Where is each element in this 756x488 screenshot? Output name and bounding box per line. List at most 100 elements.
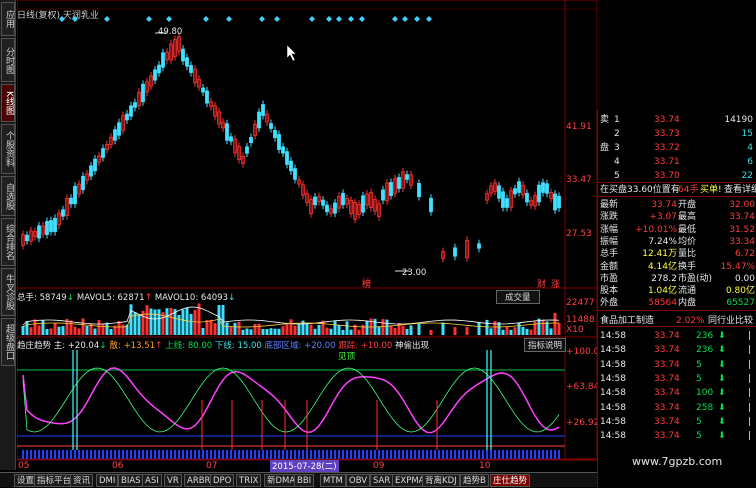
indicator-base-bar (526, 450, 528, 459)
sidebar-item-4[interactable]: 自选股 (1, 176, 15, 216)
queue-buy-link[interactable]: 买单! (700, 184, 722, 196)
tab-8[interactable]: DPO (210, 474, 235, 487)
volume-bar (49, 328, 53, 335)
tick-row: 14:58 33.74 5 ⬇ | (598, 430, 756, 442)
tab-9[interactable]: TRIX (236, 474, 262, 487)
volume-bar (249, 329, 253, 335)
volume-bar (105, 322, 109, 335)
volume-bar (405, 328, 409, 335)
indicator-base-bar (478, 450, 480, 459)
tick-time: 14:58 (600, 402, 626, 413)
indicator-base-bar (82, 450, 84, 459)
date-label-06: 06 (112, 461, 124, 471)
sidebar-item-3[interactable]: 个股资料 (1, 124, 15, 174)
annotation-bang[interactable]: 榜 (362, 277, 372, 290)
quote-label: 量比 (678, 249, 697, 260)
quote-value: 58564 (648, 298, 677, 309)
sidebar-item-0[interactable]: 应用 (1, 2, 15, 36)
tick-price: 33.74 (654, 331, 680, 341)
date-label-10: 10 (479, 461, 491, 471)
sidebar-item-7[interactable]: 超级盘口 (1, 318, 15, 366)
candle-body (341, 192, 345, 206)
tab-5[interactable]: ASI (142, 474, 162, 487)
tab-4[interactable]: BIAS (118, 474, 144, 487)
tab-3[interactable]: DMI (96, 474, 119, 487)
indicator-base-bar (34, 450, 36, 459)
tick-price: 33.74 (654, 345, 680, 356)
volume-bar (37, 325, 41, 335)
volume-bar (201, 327, 205, 335)
volume-bar (165, 308, 169, 335)
quote-label: 涨幅 (600, 224, 619, 235)
candle-body (113, 129, 117, 141)
indicator-base-bar (130, 450, 132, 459)
tab-12[interactable]: MTM (320, 474, 346, 487)
volume-bar (541, 319, 545, 335)
signal-diamond-icon (146, 16, 152, 22)
candle-body (261, 104, 265, 116)
indicator-base-bar (522, 450, 524, 459)
tick-row: 14:58 33.74 236 ⬇ | (598, 330, 756, 342)
queue-detail-link[interactable]: 查看详细 (724, 184, 756, 196)
indicator-base-bar (254, 450, 256, 459)
volume-bar (277, 328, 281, 335)
candle-body (517, 181, 521, 193)
sidebar-item-5[interactable]: 综合排名 (1, 218, 15, 266)
indicator-base-bar (378, 450, 380, 459)
down-arrow-icon: ⬇ (718, 416, 726, 427)
tab-2[interactable]: 资讯 (70, 474, 94, 487)
sidebar-item-1[interactable]: 分时图 (1, 38, 15, 82)
signal-diamond-icon (259, 16, 265, 22)
kline-chart-area[interactable] (17, 0, 597, 472)
volume-bar (109, 328, 113, 335)
quote-label: 内盘 (678, 298, 697, 309)
annotation-cai[interactable]: 财 (537, 277, 546, 290)
sidebar-item-6[interactable]: 牛叉诊股 (1, 268, 15, 316)
volume-bar (213, 323, 217, 335)
indicator-base-bar (290, 450, 292, 459)
indicator-base-bar (410, 450, 412, 459)
indicator-base-bar (346, 450, 348, 459)
volume-bar (509, 329, 513, 335)
ask-price: 33.73 (654, 129, 680, 139)
indicator-base-bar (50, 450, 52, 459)
candle-body (313, 196, 317, 206)
quote-value: 31.52 (729, 224, 755, 235)
sidebar-item-2[interactable]: K线图 (1, 84, 15, 122)
indicator-base-bar (430, 450, 432, 459)
volume-bar (33, 319, 37, 335)
volume-bar (193, 309, 197, 335)
indicator-help-button[interactable]: 指标说明 (524, 338, 567, 352)
indicator-base-bar (466, 450, 468, 459)
annotation-zhang[interactable]: 涨 (551, 277, 560, 290)
indicator-base-bar (42, 450, 44, 459)
indicator-base-bar (462, 450, 464, 459)
quote-value: 0.80亿 (725, 286, 755, 297)
volume-bar (549, 328, 553, 335)
tab-14[interactable]: SAR (370, 474, 394, 487)
tab-17[interactable]: 趋势B (460, 474, 489, 487)
signal-diamond-icon (104, 16, 110, 22)
volume-bar (333, 320, 337, 335)
volume-bar (241, 329, 245, 335)
ask-price: 33.72 (654, 143, 680, 153)
volume-bar (233, 322, 237, 335)
tab-11[interactable]: BBI (294, 474, 315, 487)
indicator-base-bar (310, 450, 312, 459)
indicator-base-bar (302, 450, 304, 459)
tab-16[interactable]: 背离KDJ (422, 474, 460, 487)
tab-1[interactable]: 指标平台 (34, 474, 75, 487)
indicator-base-bar (486, 450, 488, 459)
quote-value: +10.01% (635, 224, 677, 235)
indicator-base-bar (542, 450, 544, 459)
tab-6[interactable]: VR (164, 474, 182, 487)
volume-bar (53, 322, 57, 335)
volume-indicator-button[interactable]: 成交量 (496, 290, 540, 304)
indicator-base-bar (470, 450, 472, 459)
tick-volume: 5 (696, 431, 702, 442)
tab-13[interactable]: OBV (346, 474, 371, 487)
tab-18[interactable]: 庄仕趋势 (490, 474, 531, 487)
quote-label: 最新 (600, 200, 619, 210)
ask-side-label: 盘 (600, 143, 610, 153)
tick-volume: 5 (696, 416, 702, 427)
